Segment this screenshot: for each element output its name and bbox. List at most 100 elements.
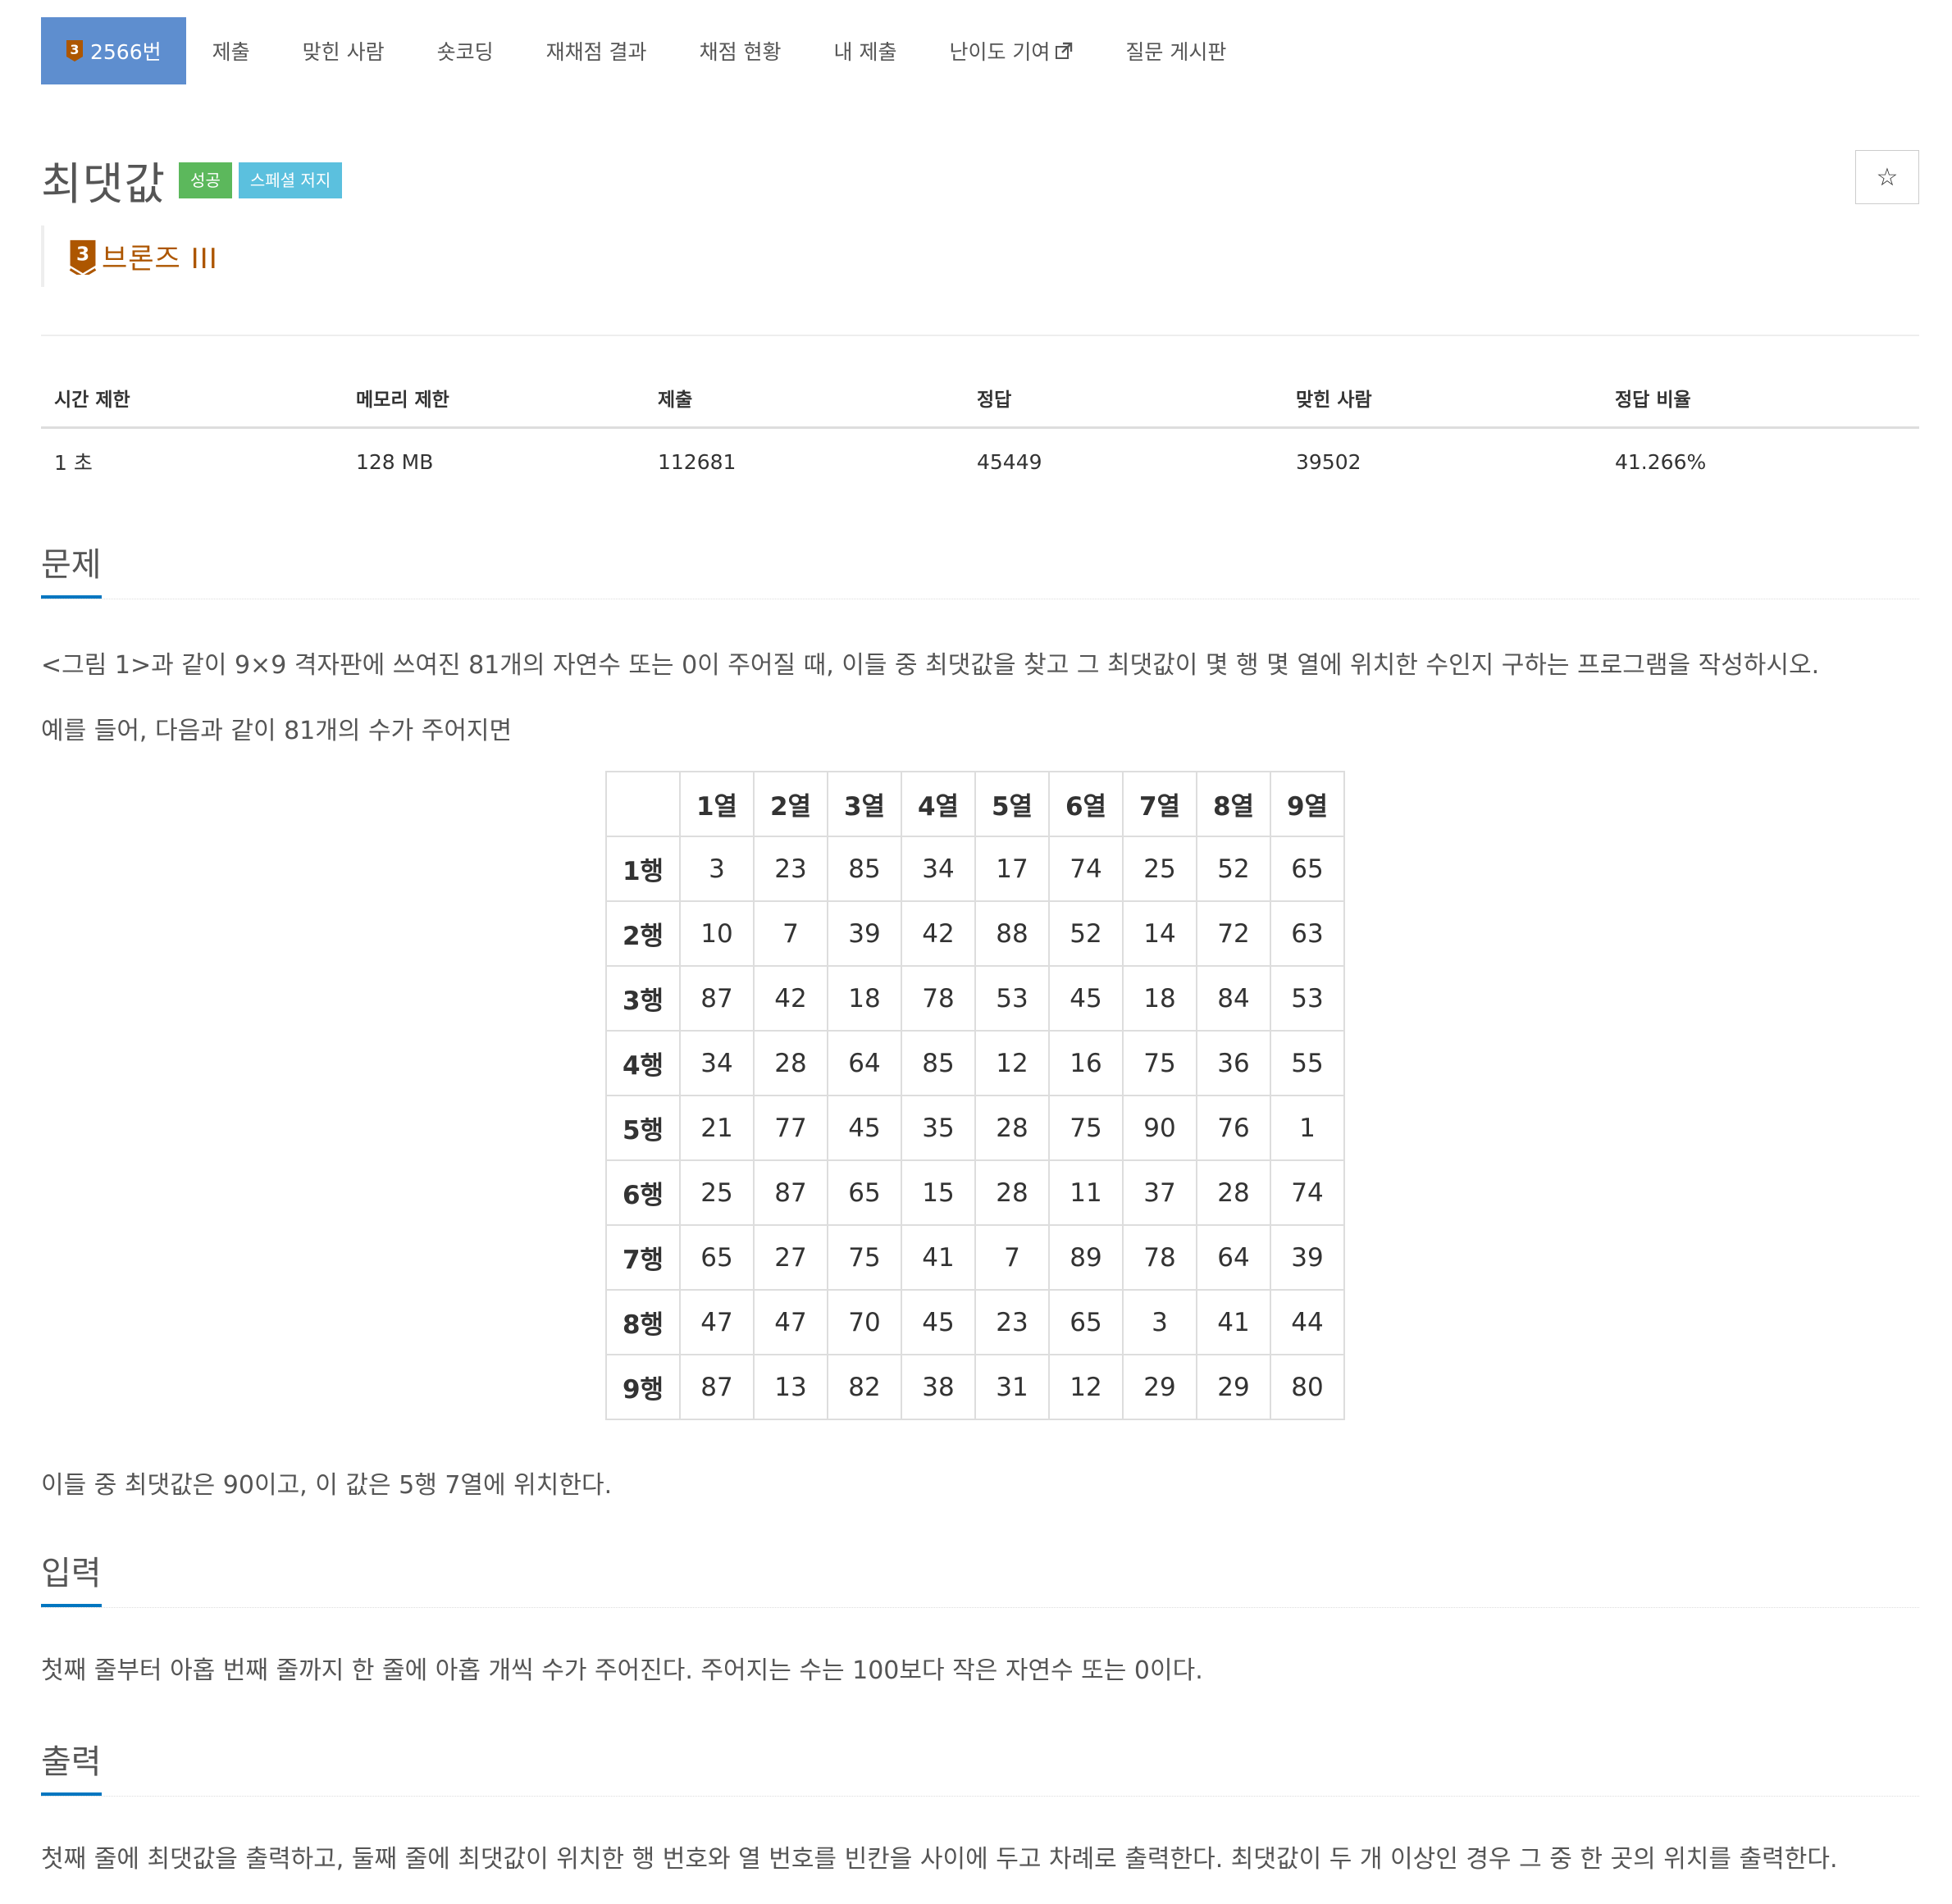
grid-cell: 37 xyxy=(1122,1159,1197,1226)
grid-cell: 17 xyxy=(974,836,1050,902)
grid-cell: 65 xyxy=(827,1159,902,1226)
grid-row-header: 6행 xyxy=(605,1159,681,1226)
tab-problem-label: 2566번 xyxy=(90,40,162,64)
output-section-header: 출력 xyxy=(41,1730,1919,1797)
grid-cell: 35 xyxy=(901,1095,976,1161)
grid-cell: 75 xyxy=(1122,1030,1197,1096)
output-section-title: 출력 xyxy=(41,1735,102,1796)
tab-rejudge-results[interactable]: 재채점 결과 xyxy=(520,17,673,84)
grid-row: 5행 21 77 45 35 28 75 90 76 1 xyxy=(605,1095,1345,1161)
tier-name[interactable]: 브론즈 III xyxy=(102,236,218,276)
grid-cell: 84 xyxy=(1196,965,1271,1032)
tab-difficulty-contribution[interactable]: 난이도 기여 xyxy=(923,17,1099,84)
accepted-ratio: 41.266% xyxy=(1615,449,1707,474)
grid-row: 9행 87 13 82 38 31 12 29 29 80 xyxy=(605,1354,1345,1420)
grid-header-row: 1열 2열 3열 4열 5열 6열 7열 8열 9열 xyxy=(605,771,1345,837)
success-badge: 성공 xyxy=(179,162,232,198)
info-header: 맞힌 사람 xyxy=(1283,369,1602,429)
favorite-star-button[interactable]: ☆ xyxy=(1855,150,1919,204)
info-header-row: 시간 제한 메모리 제한 제출 정답 맞힌 사람 정답 비율 xyxy=(41,369,1919,429)
grid-cell: 15 xyxy=(901,1159,976,1226)
submission-count[interactable]: 112681 xyxy=(645,428,964,495)
grid-cell: 41 xyxy=(901,1224,976,1291)
external-link-icon xyxy=(1056,42,1073,59)
grid-col-header: 8열 xyxy=(1196,771,1271,837)
grid-col-header: 6열 xyxy=(1048,771,1124,837)
grid-cell: 45 xyxy=(1048,965,1124,1032)
tab-short-coding-label: 숏코딩 xyxy=(436,40,494,64)
grid-cell: 25 xyxy=(679,1159,755,1226)
grid-cell: 52 xyxy=(1196,836,1271,902)
tab-solved-users[interactable]: 맞힌 사람 xyxy=(276,17,411,84)
problem-description: <그림 1>과 같이 9×9 격자판에 쓰여진 81개의 자연수 또는 0이 주… xyxy=(41,651,1820,680)
grid-col-header: 2열 xyxy=(753,771,828,837)
special-judge-badge: 스페셜 저지 xyxy=(238,162,343,198)
example-grid-table: 1열 2열 3열 4열 5열 6열 7열 8열 9열 1행 3 23 85 34 17 74 25 52 65 2행… xyxy=(605,771,1345,1420)
grid-cell: 36 xyxy=(1196,1030,1271,1096)
grid-row-header: 8행 xyxy=(605,1289,681,1355)
grid-cell: 52 xyxy=(1048,900,1124,967)
grid-cell: 3 xyxy=(679,836,755,902)
grid-cell: 65 xyxy=(1048,1289,1124,1355)
bronze-tier-icon: 3 xyxy=(66,40,83,61)
grid-row-header: 9행 xyxy=(605,1354,681,1420)
divider xyxy=(41,335,1919,336)
grid-cell: 23 xyxy=(753,836,828,902)
grid-cell: 47 xyxy=(753,1289,828,1355)
grid-cell: 74 xyxy=(1048,836,1124,902)
grid-cell: 28 xyxy=(753,1030,828,1096)
grid-cell: 82 xyxy=(827,1354,902,1420)
tab-submit[interactable]: 제출 xyxy=(186,17,276,84)
grid-col-header: 5열 xyxy=(974,771,1050,837)
problem-tier: 3 브론즈 III xyxy=(41,225,218,287)
grid-row-header: 1행 xyxy=(605,836,681,902)
problem-page: 3 2566번 제출 맞힌 사람 숏코딩 재채점 결과 채점 현황 내 제출 난… xyxy=(0,0,1952,1904)
grid-cell: 28 xyxy=(974,1095,1050,1161)
grid-cell: 65 xyxy=(679,1224,755,1291)
grid-cell: 7 xyxy=(753,900,828,967)
grid-cell: 87 xyxy=(753,1159,828,1226)
grid-col-header: 4열 xyxy=(901,771,976,837)
problem-info-table: 시간 제한 메모리 제한 제출 정답 맞힌 사람 정답 비율 1 초 128 M… xyxy=(41,369,1919,494)
grid-cell: 29 xyxy=(1196,1354,1271,1420)
grid-cell: 1 xyxy=(1270,1095,1345,1161)
info-header: 정답 xyxy=(964,369,1283,429)
tab-problem[interactable]: 3 2566번 xyxy=(41,17,186,84)
info-value-row: 1 초 128 MB 112681 45449 39502 41.266% xyxy=(41,428,1919,495)
svg-text:3: 3 xyxy=(76,243,89,265)
grid-cell: 65 xyxy=(1270,836,1345,902)
tab-qna-board[interactable]: 질문 게시판 xyxy=(1099,17,1252,84)
memory-limit: 128 MB xyxy=(356,449,434,474)
tab-judge-status-label: 채점 현황 xyxy=(699,40,782,64)
grid-cell: 14 xyxy=(1122,900,1197,967)
output-section: 출력 첫째 줄에 최댓값을 출력하고, 둘째 줄에 최댓값이 위치한 행 번호와… xyxy=(41,1730,1919,1874)
grid-cell: 29 xyxy=(1122,1354,1197,1420)
problem-title-row: 최댓값 성공 스페셜 저지 xyxy=(41,148,343,212)
grid-row-header: 2행 xyxy=(605,900,681,967)
info-header: 시간 제한 xyxy=(41,369,343,429)
solved-user-count[interactable]: 39502 xyxy=(1283,428,1602,495)
tab-judge-status[interactable]: 채점 현황 xyxy=(673,17,808,84)
grid-cell: 16 xyxy=(1048,1030,1124,1096)
grid-cell: 70 xyxy=(827,1289,902,1355)
grid-cell: 34 xyxy=(679,1030,755,1096)
tab-difficulty-contribution-label: 난이도 기여 xyxy=(949,40,1051,64)
tab-short-coding[interactable]: 숏코딩 xyxy=(411,17,520,84)
grid-cell: 53 xyxy=(1270,965,1345,1032)
grid-cell: 75 xyxy=(827,1224,902,1291)
problem-section-header: 문제 xyxy=(41,533,1919,599)
grid-cell: 25 xyxy=(1122,836,1197,902)
input-section-title: 입력 xyxy=(41,1546,102,1607)
grid-cell: 85 xyxy=(827,836,902,902)
grid-cell: 3 xyxy=(1122,1289,1197,1355)
tab-my-submissions[interactable]: 내 제출 xyxy=(808,17,924,84)
grid-row-header: 3행 xyxy=(605,965,681,1032)
grid-cell: 63 xyxy=(1270,900,1345,967)
grid-row-header: 5행 xyxy=(605,1095,681,1161)
grid-cell: 31 xyxy=(974,1354,1050,1420)
grid-cell: 42 xyxy=(901,900,976,967)
grid-cell: 34 xyxy=(901,836,976,902)
grid-cell: 18 xyxy=(827,965,902,1032)
grid-cell: 90 xyxy=(1122,1095,1197,1161)
info-header: 제출 xyxy=(645,369,964,429)
